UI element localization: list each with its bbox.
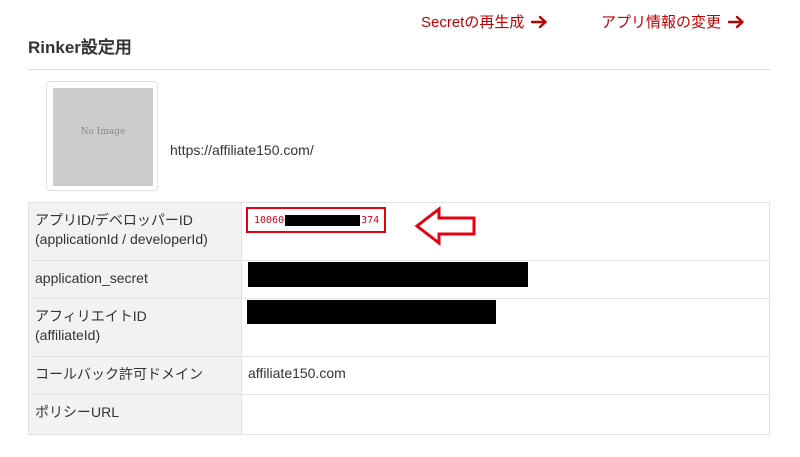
table-row-application-id: アプリID/デベロッパーID (applicationId / developer… <box>28 202 770 261</box>
regenerate-secret-link[interactable]: Secretの再生成 <box>421 11 548 32</box>
change-app-info-link[interactable]: アプリ情報の変更 <box>601 11 745 32</box>
value-application-id: 10060 374 <box>241 202 770 261</box>
arrow-right-icon <box>531 15 548 28</box>
value-callback-domain: affiliate150.com <box>241 356 770 395</box>
regenerate-secret-label: Secretの再生成 <box>421 14 525 31</box>
label-text: application_secret <box>35 270 148 286</box>
app-url: https://affiliate150.com/ <box>170 142 314 158</box>
label-text: アプリID/デベロッパーID (applicationId / developer… <box>35 212 208 247</box>
header-divider <box>28 69 770 70</box>
affiliate-id-redaction <box>247 300 496 324</box>
value-affiliate-id <box>241 298 770 357</box>
label-policy-url: ポリシーURL <box>28 394 242 435</box>
arrow-right-icon <box>728 15 744 28</box>
app-thumbnail: No Image <box>46 81 158 191</box>
callback-domain-text: affiliate150.com <box>248 365 346 381</box>
table-row-application-secret: application_secret <box>28 260 770 299</box>
table-row-callback-domain: コールバック許可ドメイン affiliate150.com <box>28 356 770 395</box>
label-application-secret: application_secret <box>28 260 242 299</box>
table-row-affiliate-id: アフィリエイトID (affiliateId) <box>28 298 770 357</box>
label-text: コールバック許可ドメイン <box>35 366 203 382</box>
table-row-policy-url: ポリシーURL <box>28 394 770 435</box>
app-info-table: アプリID/デベロッパーID (applicationId / developer… <box>28 202 770 435</box>
value-application-secret <box>241 260 770 299</box>
label-text: アフィリエイトID (affiliateId) <box>35 308 147 343</box>
application-id-suffix: 374 <box>361 214 380 226</box>
application-id-prefix: 10060 <box>254 214 285 226</box>
application-id-highlight-box: 10060 374 <box>246 207 386 233</box>
arrow-left-outline-icon <box>414 205 476 247</box>
page-title: Rinker設定用 <box>28 38 132 57</box>
value-policy-url <box>241 394 770 435</box>
label-text: ポリシーURL <box>35 404 120 420</box>
application-secret-redaction <box>248 262 528 287</box>
label-application-id: アプリID/デベロッパーID (applicationId / developer… <box>28 202 242 261</box>
change-app-info-label: アプリ情報の変更 <box>601 14 722 31</box>
label-affiliate-id: アフィリエイトID (affiliateId) <box>28 298 242 357</box>
label-callback-domain: コールバック許可ドメイン <box>28 356 242 395</box>
no-image-placeholder: No Image <box>53 88 153 186</box>
application-id-redaction <box>285 214 361 226</box>
